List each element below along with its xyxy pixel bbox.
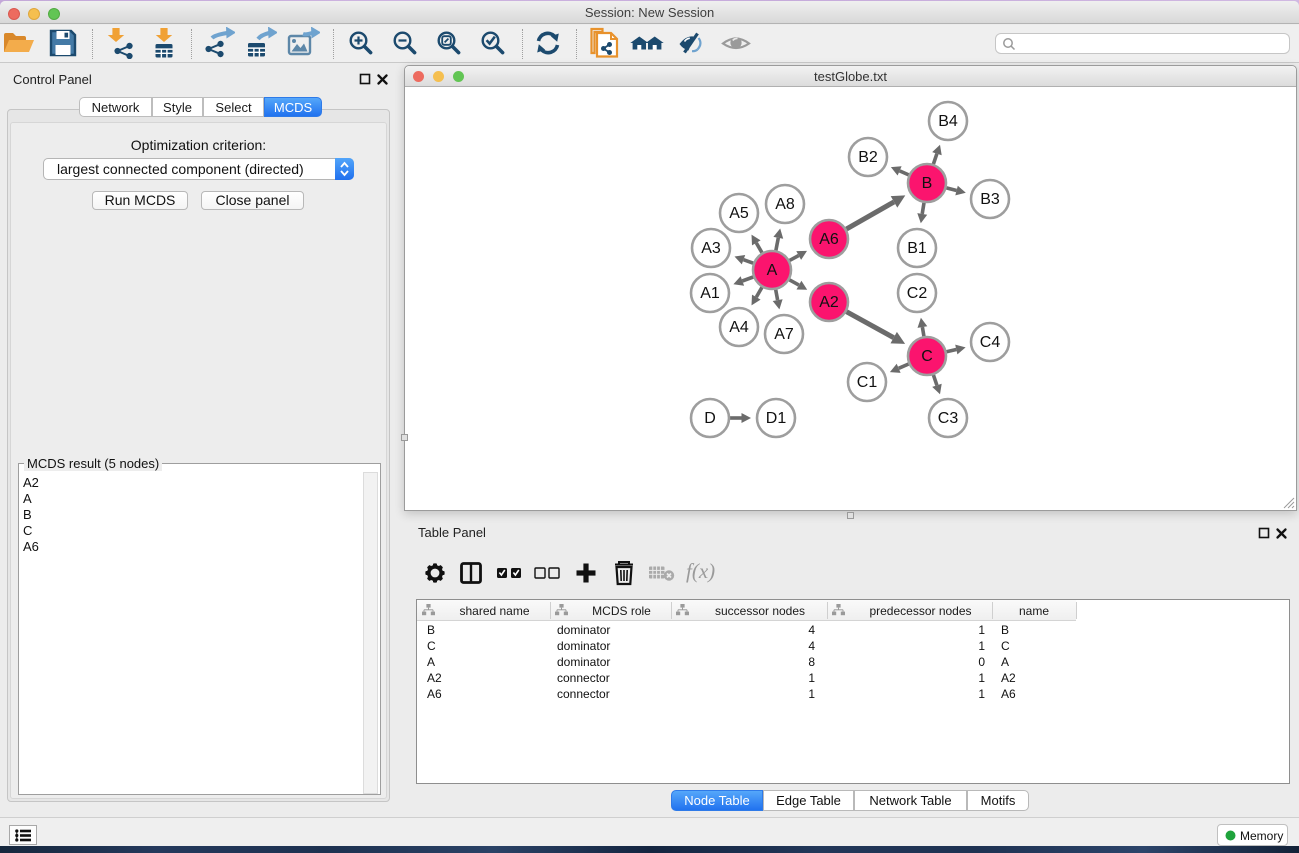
svg-text:B: B xyxy=(922,175,933,192)
svg-text:A1: A1 xyxy=(700,285,720,302)
svg-text:D: D xyxy=(704,410,716,427)
svg-text:C4: C4 xyxy=(980,334,1001,351)
svg-text:B2: B2 xyxy=(858,149,878,166)
svg-text:B3: B3 xyxy=(980,191,1000,208)
svg-text:A6: A6 xyxy=(819,231,839,248)
svg-text:C2: C2 xyxy=(907,285,928,302)
svg-text:C: C xyxy=(921,348,933,365)
svg-text:A2: A2 xyxy=(819,294,839,311)
svg-text:C1: C1 xyxy=(857,374,878,391)
svg-text:A3: A3 xyxy=(701,240,721,257)
svg-text:B1: B1 xyxy=(907,240,927,257)
svg-text:A7: A7 xyxy=(774,326,794,343)
svg-text:D1: D1 xyxy=(766,410,787,427)
svg-text:A: A xyxy=(767,262,778,279)
svg-text:A5: A5 xyxy=(729,205,749,222)
svg-text:C3: C3 xyxy=(938,410,959,427)
svg-text:A8: A8 xyxy=(775,196,795,213)
svg-text:A4: A4 xyxy=(729,319,749,336)
svg-text:B4: B4 xyxy=(938,113,958,130)
